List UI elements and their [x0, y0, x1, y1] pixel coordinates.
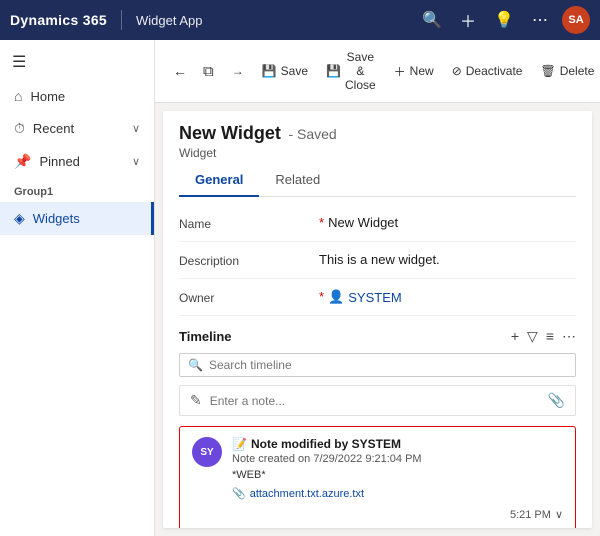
- new-button[interactable]: ＋ New: [386, 59, 442, 84]
- note-input[interactable]: [210, 394, 548, 408]
- entry-date: Note created on 7/29/2022 9:21:04 PM: [232, 453, 563, 465]
- timeline-header: Timeline + ▽ ≡ ⋯: [179, 328, 576, 345]
- chevron-down-icon: ∨: [132, 122, 140, 135]
- timeline-section: Timeline + ▽ ≡ ⋯ 🔍 ✎ 📎: [179, 328, 576, 528]
- more-icon[interactable]: ⋯: [526, 6, 554, 34]
- sidebar: ☰ ⌂ Home ⏱ Recent ∨ 📌 Pinned ∨ Group1 ◈ …: [0, 40, 155, 536]
- form-row-description: Description This is a new widget.: [179, 242, 576, 279]
- page-subtitle: Widget: [179, 146, 576, 160]
- timeline-search-input[interactable]: [209, 358, 567, 372]
- entry-body: 📝 Note modified by SYSTEM Note created o…: [232, 437, 563, 500]
- search-icon[interactable]: 🔍: [418, 6, 446, 34]
- sidebar-item-widgets[interactable]: ◈ Widgets: [0, 202, 154, 235]
- save-button[interactable]: 💾 Save: [254, 60, 316, 82]
- avatar[interactable]: SA: [562, 6, 590, 34]
- timeline-actions: + ▽ ≡ ⋯: [511, 328, 576, 345]
- note-icon: 📝: [232, 437, 247, 451]
- attachment-icon: 📎: [232, 487, 246, 500]
- description-label: Description: [179, 252, 319, 268]
- deactivate-icon: ⊘: [452, 64, 462, 78]
- description-value[interactable]: This is a new widget.: [319, 252, 576, 267]
- timeline-search-icon: 🔍: [188, 358, 203, 372]
- lightbulb-icon[interactable]: 💡: [490, 6, 518, 34]
- brand-name: Dynamics 365: [10, 12, 107, 28]
- timeline-filter-icon[interactable]: ▽: [527, 328, 538, 345]
- forward-button[interactable]: →: [224, 60, 252, 82]
- tab-general[interactable]: General: [179, 164, 259, 197]
- add-icon[interactable]: ＋: [454, 6, 482, 34]
- sidebar-item-label: Pinned: [39, 154, 79, 169]
- home-icon: ⌂: [14, 88, 22, 104]
- hamburger-icon[interactable]: ☰: [0, 44, 154, 80]
- recent-icon: ⏱: [14, 120, 25, 137]
- dup-button[interactable]: ⧉: [195, 59, 222, 84]
- clip-icon[interactable]: 📎: [548, 392, 565, 409]
- saved-badge: - Saved: [288, 126, 336, 142]
- entry-attachment-link[interactable]: 📎 attachment.txt.azure.txt: [232, 487, 364, 500]
- timeline-add-icon[interactable]: +: [511, 328, 519, 345]
- owner-icon: 👤: [328, 289, 344, 305]
- chevron-down-icon: ∨: [132, 155, 140, 168]
- page-content: New Widget - Saved Widget General Relate…: [163, 111, 592, 528]
- owner-label: Owner: [179, 289, 319, 305]
- timeline-view-icon[interactable]: ≡: [546, 328, 554, 345]
- timeline-search-bar[interactable]: 🔍: [179, 353, 576, 377]
- tab-related[interactable]: Related: [259, 164, 336, 197]
- back-button[interactable]: ←: [167, 59, 193, 83]
- entry-header: SY 📝 Note modified by SYSTEM Note create…: [192, 437, 563, 500]
- deactivate-button[interactable]: ⊘ Deactivate: [444, 60, 531, 82]
- main-content: ← ⧉ → 💾 Save 💾 Save & Close ＋ New ⊘ Deac…: [155, 40, 600, 536]
- top-nav: Dynamics 365 Widget App 🔍 ＋ 💡 ⋯ SA: [0, 0, 600, 40]
- note-input-row: ✎ 📎: [179, 385, 576, 416]
- timeline-more-icon[interactable]: ⋯: [562, 328, 576, 345]
- timeline-entry: SY 📝 Note modified by SYSTEM Note create…: [179, 426, 576, 528]
- pin-icon: 📌: [14, 153, 31, 170]
- save-icon: 💾: [262, 64, 277, 78]
- save-close-button[interactable]: 💾 Save & Close: [318, 46, 384, 96]
- save-close-icon: 💾: [326, 64, 341, 78]
- entry-time: 5:21 PM ∨: [192, 508, 563, 521]
- owner-required: *: [319, 289, 324, 304]
- page-title-row: New Widget - Saved Widget: [179, 111, 576, 164]
- sidebar-group-label: Group1: [0, 178, 154, 202]
- command-bar: ← ⧉ → 💾 Save 💾 Save & Close ＋ New ⊘ Deac…: [155, 40, 600, 103]
- sidebar-item-pinned[interactable]: 📌 Pinned ∨: [0, 145, 154, 178]
- sidebar-item-label: Home: [30, 89, 65, 104]
- chevron-down-icon[interactable]: ∨: [555, 508, 563, 521]
- sidebar-item-recent[interactable]: ⏱ Recent ∨: [0, 112, 154, 145]
- timeline-title: Timeline: [179, 329, 511, 344]
- nav-divider: [121, 10, 122, 30]
- app-name: Widget App: [136, 13, 203, 28]
- form-row-owner: Owner * 👤 SYSTEM: [179, 279, 576, 316]
- pencil-icon: ✎: [190, 392, 202, 409]
- name-value[interactable]: New Widget: [328, 215, 576, 230]
- entry-title: 📝 Note modified by SYSTEM: [232, 437, 563, 451]
- page-title: New Widget: [179, 123, 281, 143]
- delete-button[interactable]: 🗑 Delete: [532, 60, 600, 82]
- sidebar-item-label: Recent: [33, 121, 74, 136]
- delete-icon: 🗑: [540, 64, 555, 78]
- name-label: Name: [179, 215, 319, 231]
- tabs: General Related: [179, 164, 576, 197]
- widgets-icon: ◈: [14, 210, 25, 227]
- entry-avatar: SY: [192, 437, 222, 467]
- new-icon: ＋: [394, 63, 406, 80]
- sidebar-item-home[interactable]: ⌂ Home: [0, 80, 154, 112]
- sidebar-item-label: Widgets: [33, 211, 80, 226]
- name-required: *: [319, 215, 324, 230]
- owner-value[interactable]: 👤 SYSTEM: [328, 289, 576, 305]
- entry-text: *WEB*: [232, 469, 563, 481]
- form-row-name: Name * New Widget: [179, 205, 576, 242]
